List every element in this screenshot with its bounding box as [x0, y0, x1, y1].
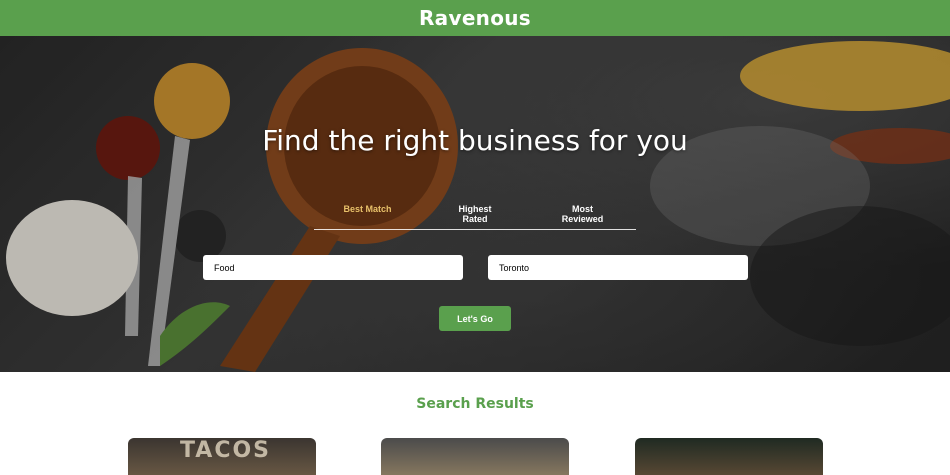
top-bar: Ravenous — [0, 0, 950, 36]
location-input[interactable] — [488, 255, 748, 280]
sort-option-highest-rated[interactable]: Highest Rated — [422, 204, 529, 229]
business-card-image[interactable]: TACOS — [128, 438, 316, 475]
app-title: Ravenous — [418, 6, 532, 30]
business-card-image[interactable] — [635, 438, 823, 475]
business-card-image[interactable] — [381, 438, 569, 475]
search-results-title: Search Results — [416, 396, 534, 412]
search-term-input[interactable] — [203, 255, 463, 280]
search-hero: Find the right business for you Best Mat… — [0, 36, 950, 372]
hero-headline: Find the right business for you — [262, 124, 688, 157]
sort-options: Best Match Highest Rated Most Reviewed — [314, 204, 636, 230]
card-image-sign-text: TACOS — [180, 438, 272, 463]
sort-option-best-match[interactable]: Best Match — [314, 204, 421, 229]
sort-option-most-reviewed[interactable]: Most Reviewed — [529, 204, 636, 229]
lets-go-button[interactable]: Let's Go — [439, 306, 511, 331]
